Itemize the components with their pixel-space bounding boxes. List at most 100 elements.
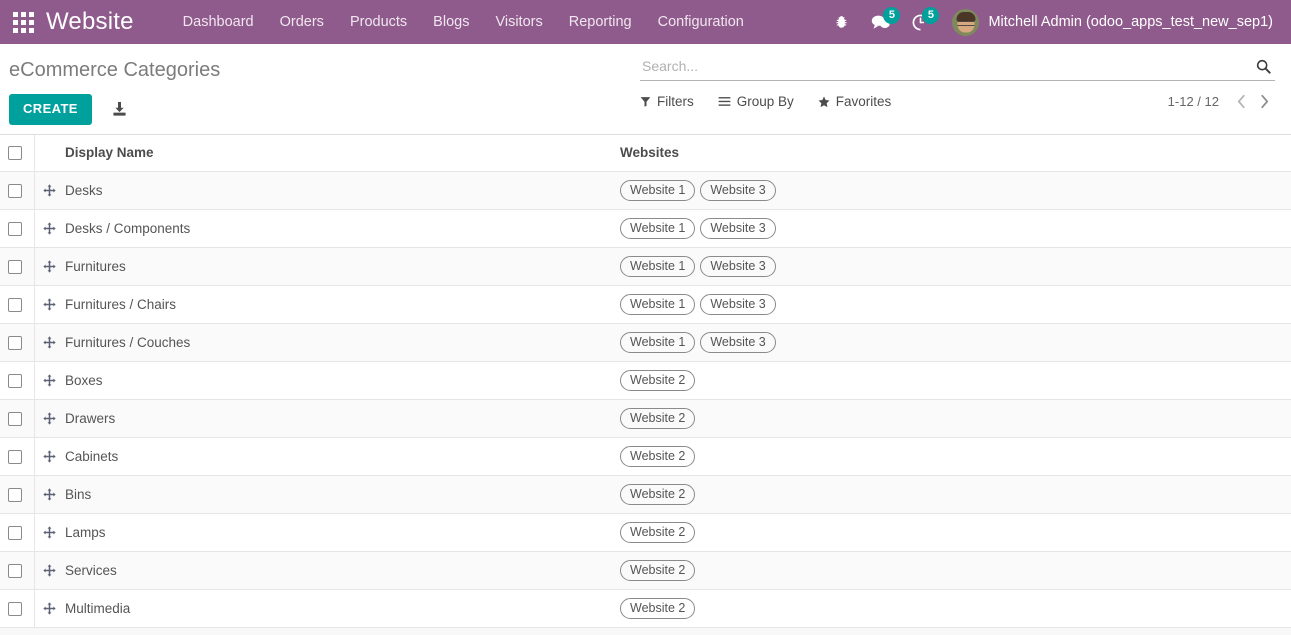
drag-handle-move-icon[interactable] bbox=[35, 526, 66, 539]
row-select-cell bbox=[0, 514, 34, 552]
list-view: Display Name Websites DesksWebsite 1Webs… bbox=[0, 135, 1291, 628]
row-handle-cell[interactable] bbox=[34, 172, 65, 210]
table-row[interactable]: FurnituresWebsite 1Website 3 bbox=[0, 248, 1291, 286]
row-handle-cell[interactable] bbox=[34, 362, 65, 400]
favorites-label: Favorites bbox=[836, 94, 892, 109]
website-tag[interactable]: Website 1 bbox=[620, 332, 695, 353]
website-tag[interactable]: Website 3 bbox=[700, 218, 775, 239]
website-tag[interactable]: Website 3 bbox=[700, 256, 775, 277]
cell-websites: Website 2 bbox=[620, 552, 1291, 590]
row-handle-cell[interactable] bbox=[34, 400, 65, 438]
row-handle-cell[interactable] bbox=[34, 286, 65, 324]
row-checkbox[interactable] bbox=[8, 298, 22, 312]
website-tag[interactable]: Website 3 bbox=[700, 332, 775, 353]
drag-handle-move-icon[interactable] bbox=[35, 564, 66, 577]
row-checkbox[interactable] bbox=[8, 222, 22, 236]
website-tag[interactable]: Website 3 bbox=[700, 294, 775, 315]
website-tag[interactable]: Website 3 bbox=[700, 180, 775, 201]
row-handle-cell[interactable] bbox=[34, 210, 65, 248]
menu-item-reporting[interactable]: Reporting bbox=[556, 0, 645, 44]
row-handle-cell[interactable] bbox=[34, 514, 65, 552]
app-brand-website[interactable]: Website bbox=[46, 8, 134, 36]
cell-display-name: Lamps bbox=[65, 514, 620, 552]
activities-menu-button[interactable]: 5 bbox=[901, 0, 940, 44]
row-handle-cell[interactable] bbox=[34, 248, 65, 286]
table-row[interactable]: LampsWebsite 2 bbox=[0, 514, 1291, 552]
menu-item-blogs[interactable]: Blogs bbox=[420, 0, 482, 44]
table-row[interactable]: BoxesWebsite 2 bbox=[0, 362, 1291, 400]
row-handle-cell[interactable] bbox=[34, 438, 65, 476]
drag-handle-move-icon[interactable] bbox=[35, 450, 66, 463]
drag-handle-move-icon[interactable] bbox=[35, 298, 66, 311]
table-row[interactable]: CabinetsWebsite 2 bbox=[0, 438, 1291, 476]
drag-handle-move-icon[interactable] bbox=[35, 374, 66, 387]
row-handle-cell[interactable] bbox=[34, 324, 65, 362]
row-checkbox[interactable] bbox=[8, 488, 22, 502]
table-row[interactable]: DesksWebsite 1Website 3 bbox=[0, 172, 1291, 210]
cell-display-name: Multimedia bbox=[65, 590, 620, 628]
row-checkbox[interactable] bbox=[8, 260, 22, 274]
row-checkbox[interactable] bbox=[8, 336, 22, 350]
row-checkbox[interactable] bbox=[8, 184, 22, 198]
row-checkbox[interactable] bbox=[8, 602, 22, 616]
column-header-display-name[interactable]: Display Name bbox=[65, 135, 620, 172]
search-submit-button[interactable] bbox=[1254, 59, 1273, 74]
drag-handle-move-icon[interactable] bbox=[35, 412, 66, 425]
row-checkbox[interactable] bbox=[8, 374, 22, 388]
website-tag[interactable]: Website 2 bbox=[620, 370, 695, 391]
table-row[interactable]: Furnitures / ChairsWebsite 1Website 3 bbox=[0, 286, 1291, 324]
website-tag[interactable]: Website 1 bbox=[620, 256, 695, 277]
menu-item-products[interactable]: Products bbox=[337, 0, 420, 44]
website-tag[interactable]: Website 1 bbox=[620, 294, 695, 315]
drag-handle-move-icon[interactable] bbox=[35, 488, 66, 501]
row-handle-cell[interactable] bbox=[34, 552, 65, 590]
drag-handle-move-icon[interactable] bbox=[35, 260, 66, 273]
website-tag[interactable]: Website 2 bbox=[620, 446, 695, 467]
pager-next-button[interactable] bbox=[1254, 92, 1275, 111]
table-row[interactable]: Furnitures / CouchesWebsite 1Website 3 bbox=[0, 324, 1291, 362]
search-input[interactable] bbox=[642, 56, 1254, 76]
favorites-dropdown-button[interactable]: Favorites bbox=[818, 91, 902, 112]
messages-menu-button[interactable]: 5 bbox=[860, 0, 901, 44]
apps-menu-button[interactable] bbox=[0, 0, 46, 44]
pager-previous-button[interactable] bbox=[1231, 92, 1252, 111]
cell-display-name: Cabinets bbox=[65, 438, 620, 476]
create-button[interactable]: CREATE bbox=[9, 94, 92, 125]
table-row[interactable]: ServicesWebsite 2 bbox=[0, 552, 1291, 590]
row-checkbox[interactable] bbox=[8, 412, 22, 426]
row-handle-cell[interactable] bbox=[34, 476, 65, 514]
table-row[interactable]: MultimediaWebsite 2 bbox=[0, 590, 1291, 628]
menu-item-dashboard[interactable]: Dashboard bbox=[170, 0, 267, 44]
drag-handle-move-icon[interactable] bbox=[35, 184, 66, 197]
website-tag[interactable]: Website 2 bbox=[620, 598, 695, 619]
table-header-row: Display Name Websites bbox=[0, 135, 1291, 172]
drag-handle-move-icon[interactable] bbox=[35, 336, 66, 349]
website-tag[interactable]: Website 1 bbox=[620, 180, 695, 201]
website-tag[interactable]: Website 2 bbox=[620, 408, 695, 429]
row-select-cell bbox=[0, 438, 34, 476]
export-button[interactable] bbox=[102, 97, 137, 121]
table-row[interactable]: BinsWebsite 2 bbox=[0, 476, 1291, 514]
drag-handle-move-icon[interactable] bbox=[35, 222, 66, 235]
menu-item-orders[interactable]: Orders bbox=[267, 0, 337, 44]
table-row[interactable]: DrawersWebsite 2 bbox=[0, 400, 1291, 438]
website-tag[interactable]: Website 2 bbox=[620, 560, 695, 581]
filters-dropdown-button[interactable]: Filters bbox=[640, 91, 704, 112]
menu-item-visitors[interactable]: Visitors bbox=[482, 0, 555, 44]
table-row[interactable]: Desks / ComponentsWebsite 1Website 3 bbox=[0, 210, 1291, 248]
menu-item-configuration[interactable]: Configuration bbox=[645, 0, 757, 44]
row-checkbox[interactable] bbox=[8, 450, 22, 464]
row-handle-cell[interactable] bbox=[34, 590, 65, 628]
website-tag[interactable]: Website 2 bbox=[620, 522, 695, 543]
search-box[interactable] bbox=[640, 56, 1275, 81]
select-all-checkbox[interactable] bbox=[8, 146, 22, 160]
debug-menu-button[interactable] bbox=[823, 0, 860, 44]
row-checkbox[interactable] bbox=[8, 564, 22, 578]
user-menu-button[interactable]: Mitchell Admin (odoo_apps_test_new_sep1) bbox=[940, 0, 1279, 44]
groupby-dropdown-button[interactable]: Group By bbox=[718, 91, 804, 112]
drag-handle-move-icon[interactable] bbox=[35, 602, 66, 615]
row-checkbox[interactable] bbox=[8, 526, 22, 540]
website-tag[interactable]: Website 1 bbox=[620, 218, 695, 239]
website-tag[interactable]: Website 2 bbox=[620, 484, 695, 505]
column-header-websites[interactable]: Websites bbox=[620, 135, 1291, 172]
